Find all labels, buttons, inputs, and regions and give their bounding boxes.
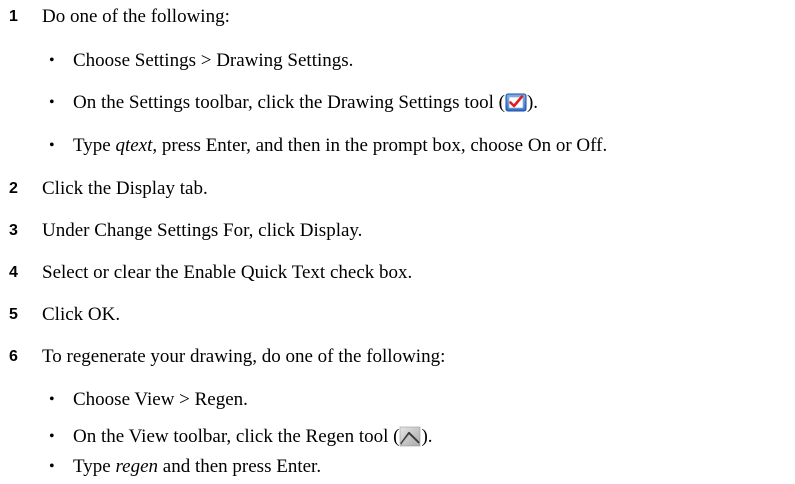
option-text-after: ). (421, 426, 433, 447)
bullet: • (49, 428, 55, 445)
option-text: Choose View > Regen. (73, 389, 248, 410)
step-number: 6 (9, 348, 18, 365)
option-text-type: Type (73, 135, 116, 156)
command-name: regen (115, 456, 159, 477)
step-number: 5 (9, 306, 18, 323)
document: 1 Do one of the following: • Choose Sett… (0, 0, 795, 484)
option-text: Choose Settings > Drawing Settings. (73, 50, 354, 71)
step-text: To regenerate your drawing, do one of th… (42, 346, 446, 367)
option-text: On the Settings toolbar, click the Drawi… (73, 86, 538, 120)
option-text-rest: , press Enter, and then in the prompt bo… (152, 135, 608, 156)
bullet: • (49, 94, 55, 111)
step-number: 3 (9, 222, 18, 239)
regen-icon (399, 425, 421, 447)
command-name: qtext (115, 135, 153, 156)
bullet: • (49, 137, 55, 154)
bullet: • (49, 391, 55, 408)
step-number: 2 (9, 180, 18, 197)
bullet: • (49, 52, 55, 69)
step-text: Click the Display tab. (42, 178, 208, 199)
option-text: On the View toolbar, click the Regen too… (73, 420, 433, 454)
option-text: Type qtext, press Enter, and then in the… (73, 129, 607, 163)
option-text-after: ). (526, 92, 539, 113)
step-text: Click OK. (42, 304, 121, 325)
option-text-before: On the View toolbar, click the Regen too… (73, 426, 400, 447)
option-text-before: On the Settings toolbar, click the Drawi… (73, 92, 505, 113)
option-text-rest: and then press Enter. (158, 456, 322, 477)
option-text: Type regen and then press Enter. (73, 450, 321, 484)
step-text: Select or clear the Enable Quick Text ch… (42, 262, 413, 283)
step-number: 1 (9, 8, 18, 25)
drawing-settings-icon (505, 91, 527, 113)
bullet: • (49, 458, 55, 475)
step-text: Under Change Settings For, click Display… (42, 220, 363, 241)
step-number: 4 (9, 264, 18, 281)
option-text-type: Type (73, 456, 116, 477)
step-text: Do one of the following: (42, 6, 230, 27)
